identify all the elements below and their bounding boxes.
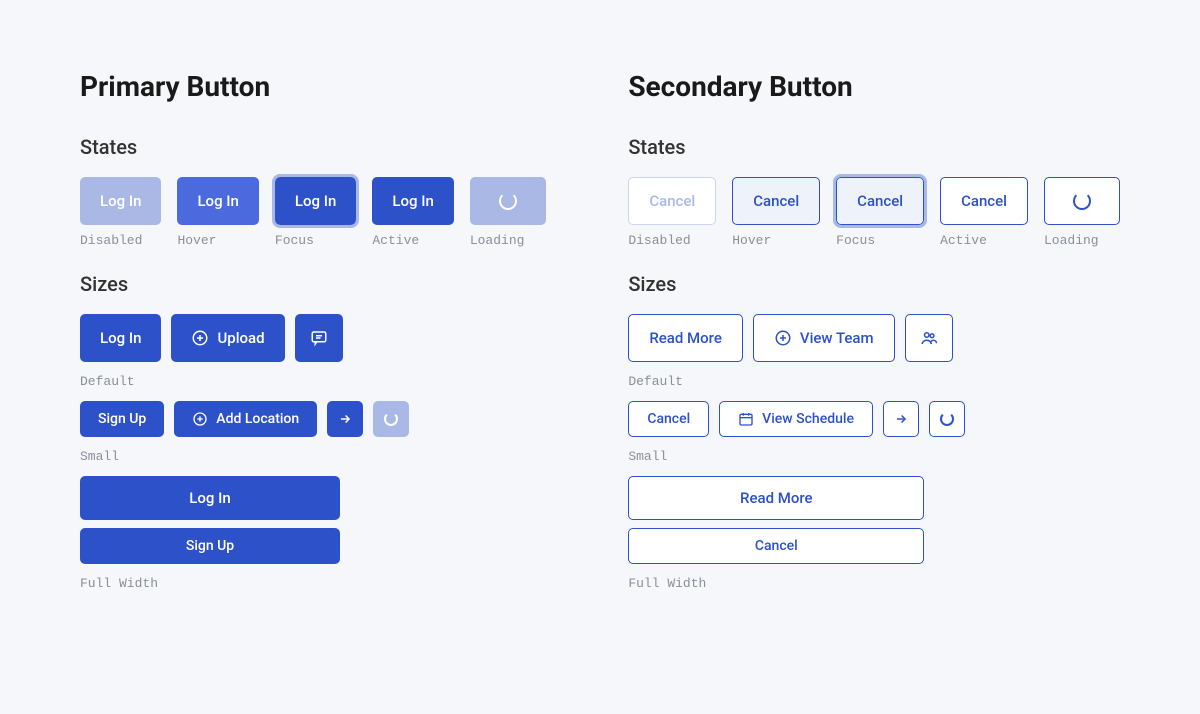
state-caption: Focus: [836, 233, 924, 248]
plus-circle-icon: [192, 411, 208, 427]
primary-hover-button[interactable]: Log In: [177, 177, 258, 225]
state-caption: Active: [940, 233, 1028, 248]
button-label: Read More: [740, 489, 813, 507]
state-caption: Active: [372, 233, 453, 248]
button-label: View Schedule: [762, 411, 854, 427]
primary-disabled-button: Log In: [80, 177, 161, 225]
state-caption: Disabled: [628, 233, 716, 248]
arrow-secondary-button[interactable]: [883, 401, 919, 437]
view-team-button[interactable]: View Team: [753, 314, 895, 362]
button-label: Upload: [217, 329, 264, 347]
plus-circle-icon: [191, 329, 209, 347]
button-label: Cancel: [961, 192, 1007, 210]
button-label: Cancel: [755, 538, 798, 554]
secondary-states-heading: States: [628, 135, 1120, 159]
button-label: Log In: [392, 192, 433, 210]
button-label: Log In: [295, 192, 336, 210]
primary-loading-button: [470, 177, 546, 225]
full-cancel-button[interactable]: Cancel: [628, 528, 924, 564]
button-label: Read More: [649, 329, 722, 347]
button-label: Sign Up: [186, 538, 234, 554]
size-caption: Default: [628, 374, 683, 389]
arrow-button[interactable]: [327, 401, 363, 437]
secondary-loading-button: [1044, 177, 1120, 225]
button-label: Add Location: [216, 411, 299, 427]
size-caption: Full Width: [80, 576, 158, 591]
state-caption: Loading: [470, 233, 546, 248]
state-caption: Loading: [1044, 233, 1120, 248]
button-label: Sign Up: [98, 411, 146, 427]
spinner-icon: [1073, 192, 1091, 210]
primary-states-heading: States: [80, 135, 548, 159]
secondary-hover-button[interactable]: Cancel: [732, 177, 820, 225]
button-label: Log In: [100, 329, 141, 347]
size-caption: Default: [80, 374, 135, 389]
size-caption: Small: [628, 449, 667, 464]
add-location-button[interactable]: Add Location: [174, 401, 317, 437]
signup-button[interactable]: Sign Up: [80, 401, 164, 437]
button-label: Log In: [189, 489, 230, 507]
arrow-right-icon: [894, 412, 908, 426]
spinner-icon: [940, 412, 954, 426]
button-label: Log In: [100, 192, 141, 210]
plus-circle-icon: [774, 329, 792, 347]
view-schedule-button[interactable]: View Schedule: [719, 401, 873, 437]
state-caption: Focus: [275, 233, 356, 248]
read-more-button[interactable]: Read More: [628, 314, 743, 362]
chat-icon: [310, 329, 328, 347]
calendar-icon: [738, 411, 754, 427]
state-caption: Hover: [732, 233, 820, 248]
button-label: Log In: [197, 192, 238, 210]
secondary-column: Secondary Button States Cancel Disabled …: [628, 70, 1120, 603]
primary-focus-button[interactable]: Log In: [275, 177, 356, 225]
secondary-active-button[interactable]: Cancel: [940, 177, 1028, 225]
state-caption: Hover: [177, 233, 258, 248]
spinner-icon: [499, 192, 517, 210]
secondary-disabled-button: Cancel: [628, 177, 716, 225]
loading-small-secondary-button: [929, 401, 965, 437]
full-login-button[interactable]: Log In: [80, 476, 340, 520]
button-label: Cancel: [857, 192, 903, 210]
cancel-small-button[interactable]: Cancel: [628, 401, 709, 437]
secondary-title: Secondary Button: [628, 70, 1120, 103]
primary-sizes-heading: Sizes: [80, 272, 548, 296]
button-label: Cancel: [647, 411, 690, 427]
loading-small-button: [373, 401, 409, 437]
button-label: Cancel: [753, 192, 799, 210]
arrow-right-icon: [338, 412, 352, 426]
button-label: View Team: [800, 329, 874, 347]
secondary-sizes-heading: Sizes: [628, 272, 1120, 296]
users-icon: [920, 329, 938, 347]
spinner-icon: [384, 412, 398, 426]
size-caption: Full Width: [628, 576, 706, 591]
state-caption: Disabled: [80, 233, 161, 248]
size-caption: Small: [80, 449, 119, 464]
full-read-more-button[interactable]: Read More: [628, 476, 924, 520]
button-label: Cancel: [649, 192, 695, 210]
primary-column: Primary Button States Log In Disabled Lo…: [80, 70, 548, 603]
secondary-focus-button[interactable]: Cancel: [836, 177, 924, 225]
chat-button[interactable]: [295, 314, 343, 362]
full-signup-button[interactable]: Sign Up: [80, 528, 340, 564]
login-button[interactable]: Log In: [80, 314, 161, 362]
team-icon-button[interactable]: [905, 314, 953, 362]
primary-active-button[interactable]: Log In: [372, 177, 453, 225]
upload-button[interactable]: Upload: [171, 314, 284, 362]
primary-title: Primary Button: [80, 70, 548, 103]
